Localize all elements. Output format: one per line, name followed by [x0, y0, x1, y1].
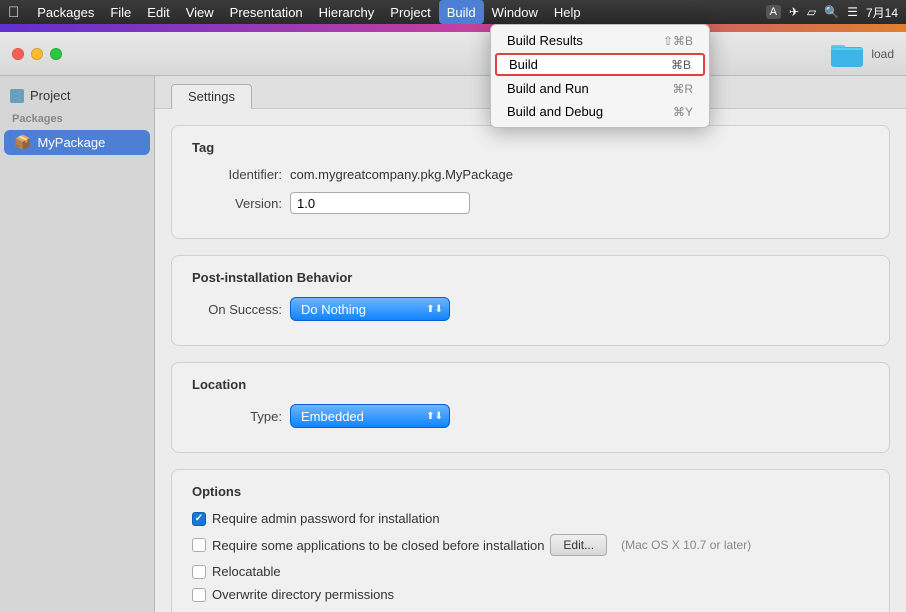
checkbox-2[interactable] — [192, 565, 206, 579]
options-section: Options Require admin password for insta… — [171, 469, 890, 612]
apple-menu-icon[interactable]:  — [8, 4, 19, 21]
menubar-screen-icon: ▱ — [807, 5, 816, 19]
menubar-icon-a: A — [766, 5, 781, 19]
type-select-arrow-icon: ⬆⬇ — [426, 411, 443, 422]
on-success-value: Do Nothing — [301, 302, 422, 317]
post-install-title: Post-installation Behavior — [192, 270, 869, 285]
menubar-notifications-icon[interactable]: ☰ — [847, 5, 858, 19]
checkbox-label-3: Overwrite directory permissions — [212, 587, 394, 602]
menubar-hierarchy[interactable]: Hierarchy — [311, 0, 383, 24]
sidebar-item-mypackage-label: MyPackage — [37, 135, 105, 150]
fullscreen-button[interactable] — [50, 48, 62, 60]
edit-button[interactable]: Edit... — [550, 534, 607, 556]
project-icon — [10, 89, 24, 103]
close-button[interactable] — [12, 48, 24, 60]
post-install-section: Post-installation Behavior On Success: D… — [171, 255, 890, 346]
settings-area: Tag Identifier: com.mygreatcompany.pkg.M… — [155, 109, 906, 612]
menubar-right: A ✈ ▱ 🔍 ☰ 7月14 — [766, 4, 898, 21]
identifier-row: Identifier: com.mygreatcompany.pkg.MyPac… — [192, 167, 869, 182]
type-row: Type: Embedded ⬆⬇ — [192, 404, 869, 428]
dropdown-shortcut-build-run: ⌘R — [672, 82, 693, 96]
menubar-date: 7月14 — [866, 4, 898, 21]
main-layout: Project Packages 📦 MyPackage Settings Ta… — [0, 76, 906, 612]
main-window: load Project Packages 📦 MyPackage Settin… — [0, 24, 906, 612]
dropdown-shortcut-build-results: ⇧⌘B — [663, 34, 693, 48]
location-title: Location — [192, 377, 869, 392]
dropdown-label-build-results: Build Results — [507, 33, 655, 48]
tag-section-title: Tag — [192, 140, 869, 155]
identifier-label: Identifier: — [192, 167, 282, 182]
tag-section: Tag Identifier: com.mygreatcompany.pkg.M… — [171, 125, 890, 239]
menubar-project[interactable]: Project — [382, 0, 438, 24]
menubar-packages[interactable]: Packages — [29, 0, 102, 24]
dropdown-item-build-debug[interactable]: Build and Debug ⌘Y — [491, 100, 709, 123]
titlebar: load — [0, 32, 906, 76]
menubar-edit[interactable]: Edit — [139, 0, 177, 24]
on-success-select[interactable]: Do Nothing ⬆⬇ — [290, 297, 450, 321]
dropdown-label-build: Build — [509, 57, 663, 72]
build-dropdown-menu: Build Results ⇧⌘B Build ⌘B Build and Run… — [490, 24, 710, 128]
checkbox-row-3: Overwrite directory permissions — [192, 587, 869, 602]
package-icon: 📦 — [14, 134, 31, 151]
menubar:  Packages File Edit View Presentation H… — [0, 0, 906, 24]
menubar-file[interactable]: File — [102, 0, 139, 24]
on-success-row: On Success: Do Nothing ⬆⬇ — [192, 297, 869, 321]
folder-svg — [831, 41, 863, 67]
location-section: Location Type: Embedded ⬆⬇ — [171, 362, 890, 453]
tab-settings[interactable]: Settings — [171, 84, 252, 109]
dropdown-shortcut-build-debug: ⌘Y — [673, 105, 693, 119]
menubar-search-icon[interactable]: 🔍 — [824, 5, 839, 19]
dropdown-shortcut-build: ⌘B — [671, 58, 691, 72]
version-input[interactable] — [290, 192, 470, 214]
minimize-button[interactable] — [31, 48, 43, 60]
dropdown-item-build-results[interactable]: Build Results ⇧⌘B — [491, 29, 709, 52]
checkbox-label-2: Relocatable — [212, 564, 281, 579]
menubar-clock-icon: ✈ — [789, 5, 799, 19]
traffic-lights — [12, 48, 62, 60]
upload-label: load — [871, 47, 894, 61]
checkbox-row-1: Require some applications to be closed b… — [192, 534, 869, 556]
header-gradient — [0, 24, 906, 32]
dropdown-label-build-run: Build and Run — [507, 81, 664, 96]
folder-icon[interactable] — [831, 40, 863, 68]
select-arrow-icon: ⬆⬇ — [426, 304, 443, 315]
checkbox-3[interactable] — [192, 588, 206, 602]
menubar-presentation[interactable]: Presentation — [222, 0, 311, 24]
menubar-build[interactable]: Build — [439, 0, 484, 24]
sidebar-item-mypackage[interactable]: 📦 MyPackage — [4, 130, 150, 155]
sidebar-item-project[interactable]: Project — [0, 84, 154, 107]
checkbox-1[interactable] — [192, 538, 206, 552]
options-title: Options — [192, 484, 869, 499]
hint-text: (Mac OS X 10.7 or later) — [621, 538, 751, 552]
dropdown-item-build-run[interactable]: Build and Run ⌘R — [491, 77, 709, 100]
on-success-label: On Success: — [192, 302, 282, 317]
type-label: Type: — [192, 409, 282, 424]
toolbar-right: load — [831, 40, 894, 68]
dropdown-label-build-debug: Build and Debug — [507, 104, 665, 119]
content-area: Settings Tag Identifier: com.mygreatcomp… — [155, 76, 906, 612]
menubar-window[interactable]: Window — [484, 0, 546, 24]
packages-section-header: Packages — [0, 111, 154, 129]
menubar-view[interactable]: View — [178, 0, 222, 24]
checkbox-row-2: Relocatable — [192, 564, 869, 579]
checkbox-row-0: Require admin password for installation — [192, 511, 869, 526]
type-value: Embedded — [301, 409, 422, 424]
checkbox-label-1: Require some applications to be closed b… — [212, 538, 544, 553]
project-label: Project — [30, 88, 70, 103]
version-row: Version: — [192, 192, 869, 214]
checkbox-0[interactable] — [192, 512, 206, 526]
version-label: Version: — [192, 196, 282, 211]
sidebar: Project Packages 📦 MyPackage — [0, 76, 155, 612]
dropdown-item-build[interactable]: Build ⌘B — [495, 53, 705, 76]
menubar-help[interactable]: Help — [546, 0, 589, 24]
checkbox-label-0: Require admin password for installation — [212, 511, 440, 526]
type-select[interactable]: Embedded ⬆⬇ — [290, 404, 450, 428]
identifier-value: com.mygreatcompany.pkg.MyPackage — [290, 167, 513, 182]
